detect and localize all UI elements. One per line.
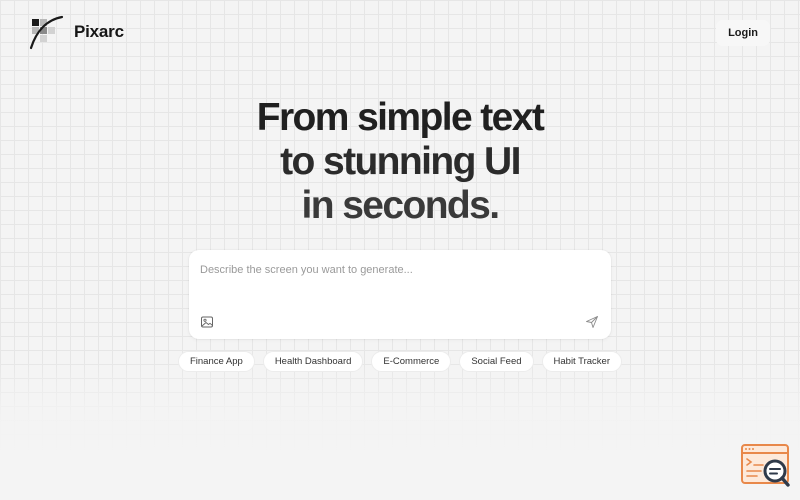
chip-e-commerce[interactable]: E-Commerce xyxy=(371,351,452,372)
prompt-input[interactable] xyxy=(200,260,590,280)
hero-line-1: From simple text xyxy=(256,96,545,139)
send-icon xyxy=(586,316,598,328)
screen-search-icon xyxy=(741,444,790,487)
chip-finance-app[interactable]: Finance App xyxy=(177,351,255,372)
hero-line-3: in seconds. xyxy=(301,184,501,227)
suggestion-chips: Finance App Health Dashboard E-Commerce … xyxy=(0,351,800,372)
logo[interactable]: Pixarc xyxy=(28,14,124,50)
send-button[interactable] xyxy=(585,315,599,329)
hero-heading: From simple text to stunning UI in secon… xyxy=(0,96,800,228)
pixarc-logo-icon xyxy=(29,15,64,50)
chip-habit-tracker[interactable]: Habit Tracker xyxy=(541,351,623,372)
brand-name: Pixarc xyxy=(74,22,124,41)
login-button[interactable]: Login xyxy=(716,20,770,46)
corner-widget[interactable] xyxy=(741,444,791,490)
image-icon xyxy=(201,316,213,328)
attach-image-button[interactable] xyxy=(200,315,214,329)
prompt-card xyxy=(189,250,611,339)
chip-social-feed[interactable]: Social Feed xyxy=(459,351,534,372)
hero-line-2: to stunning UI xyxy=(280,140,521,183)
chip-health-dashboard[interactable]: Health Dashboard xyxy=(262,351,364,372)
